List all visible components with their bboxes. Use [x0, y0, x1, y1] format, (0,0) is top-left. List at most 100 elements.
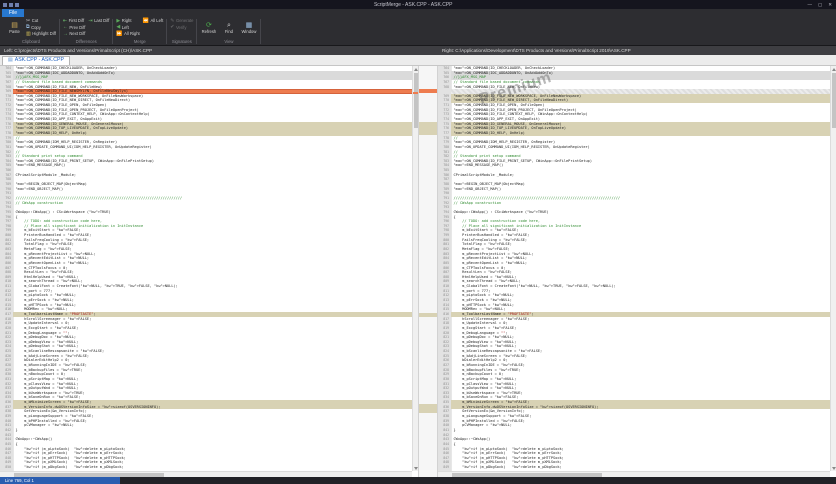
ribbon-group-label: Signatures	[171, 39, 192, 44]
copy-icon: ⧉	[26, 24, 30, 31]
save-icon[interactable]	[9, 2, 13, 7]
status-cursor-position: Line 769, Col 1	[0, 477, 120, 484]
right-code-rows: 764 "mac">ON_COMMAND(ID_CHECKLOADER, OnCh…	[438, 66, 830, 471]
all-left-icon: ⏪	[142, 17, 149, 24]
scroll-thumb[interactable]	[831, 73, 836, 128]
ribbon-group-label: Clipboard	[21, 39, 40, 44]
window-title: ScriptMerge - ASK.CPP - ASK.CPP	[373, 1, 453, 8]
ribbon-button-label: Generate	[175, 18, 194, 24]
statusbar-filler	[120, 477, 836, 484]
right-vertical-scrollbar[interactable]	[830, 66, 836, 471]
ribbon-group-merge: ▶ Right ◀ Left ⏩ All Right ⏪ All Left Merge	[113, 18, 166, 45]
highlight-diff-icon: ▥	[26, 30, 31, 37]
left-icon: ◀	[116, 24, 121, 31]
ribbon-groups: ▤ Paste ✂ Cut ⧉ Copy ▥ Highlight Diff Clipboard ⇤…	[3, 18, 834, 45]
ribbon-button-label: Highlight Diff	[32, 31, 56, 37]
ribbon-button-last-diff[interactable]: ⇥ Last Diff	[88, 18, 109, 25]
quick-access-toolbar	[0, 2, 19, 7]
ribbon-button-label: Left	[121, 24, 129, 30]
ribbon-group-label: Merge	[133, 39, 146, 44]
right-icon: ▶	[116, 17, 121, 24]
ribbon-button-label: Verify	[175, 24, 187, 30]
document-tab-label: ASK.CPP - ASK.CPP	[14, 57, 64, 64]
ribbon-group-signatures: ✎ Generate ✔ Verify Signatures	[167, 18, 196, 45]
ribbon-group-separator	[260, 19, 262, 44]
ribbon-button-label: Right	[121, 18, 132, 24]
ribbon-group-differences: ⇤ First Diff ← Prev Diff → Next Diff ⇥ Last Dif…	[60, 18, 112, 45]
line-number: 850	[5, 465, 11, 470]
code-line[interactable]: 849 "kw">if (m_pDbgSock) "kw">delete m_p…	[438, 465, 830, 470]
right-code-pane: 764 "mac">ON_COMMAND(ID_CHECKLOADER, OnCh…	[438, 66, 836, 477]
file-path-bar: Left: C:\projects\DTS Products and Versi…	[0, 46, 836, 55]
ribbon-button-label: Prev Diff	[69, 24, 86, 30]
left-horizontal-scrollbar[interactable]	[0, 471, 412, 477]
ribbon-button-label: All Left	[150, 18, 164, 24]
window-controls: — ▢ ✕	[807, 2, 836, 8]
right-horizontal-scrollbar[interactable]	[438, 471, 830, 477]
ribbon-button-label: Copy	[31, 24, 41, 30]
merge-app-window: ScriptMerge - ASK.CPP - ASK.CPP — ▢ ✕ Fi…	[0, 0, 836, 484]
scroll-thumb[interactable]	[452, 473, 602, 477]
statusbar: Line 769, Col 1	[0, 477, 836, 484]
code-line[interactable]: 850 "kw">if (m_pDbgSock) "kw">delete m_p…	[0, 465, 412, 470]
ribbon-button-label: All Right	[124, 31, 140, 37]
ribbon-button-cut[interactable]: ✂ Cut	[26, 18, 56, 25]
ribbon-button-next-diff[interactable]: → Next Diff	[63, 31, 85, 38]
ribbon-group-view: ⟳ Refresh ⌕ Find ▦ Window View	[197, 18, 260, 45]
ribbon-button-find[interactable]: ⌕ Find	[220, 18, 237, 38]
ribbon-button-refresh[interactable]: ⟳ Refresh	[200, 18, 217, 38]
ribbon-button-label: Find	[224, 28, 234, 34]
scroll-down-icon[interactable]	[832, 466, 836, 470]
ribbon-button-paste[interactable]: ▤ Paste	[6, 18, 23, 38]
ribbon-button-label: Paste	[9, 28, 20, 34]
prev-diff-icon: ←	[62, 24, 68, 31]
diff-connector	[419, 122, 437, 135]
diff-connector	[419, 404, 437, 413]
ribbon-group-clipboard: ▤ Paste ✂ Cut ⧉ Copy ▥ Highlight Diff Clipboard	[3, 18, 59, 45]
ribbon-button-label: Next Diff	[69, 31, 86, 37]
ribbon: File ▤ Paste ✂ Cut ⧉ Copy ▥ Highlight Diff Clipb…	[0, 9, 836, 46]
code-text: "kw">if (m_pDbgSock) "kw">delete m_pDbgS…	[462, 465, 562, 470]
left-file-path: Left: C:\projects\DTS Products and Versi…	[4, 48, 153, 53]
code-text: "kw">if (m_pDbgSock) "kw">delete m_pDbgS…	[24, 465, 124, 470]
ribbon-button-highlight-diff[interactable]: ▥ Highlight Diff	[26, 31, 56, 38]
ribbon-button-label: Last Diff	[94, 18, 110, 24]
titlebar: ScriptMerge - ASK.CPP - ASK.CPP — ▢ ✕	[0, 0, 836, 9]
ribbon-button-all-left[interactable]: ⏪ All Left	[143, 18, 164, 25]
paste-icon: ▤	[11, 21, 18, 29]
find-icon: ⌕	[226, 21, 231, 29]
ribbon-button-all-right[interactable]: ⏩ All Right	[116, 31, 139, 38]
next-diff-icon: →	[62, 30, 68, 37]
ribbon-button-verify[interactable]: ✔ Verify	[170, 25, 193, 32]
left-code-pane: 764 "mac">ON_COMMAND(ID_CHECKLOADER, OnCh…	[0, 66, 418, 477]
file-tab[interactable]: File	[2, 9, 25, 17]
diff-connector-selected	[419, 89, 437, 93]
ribbon-group-label: View	[224, 39, 234, 44]
line-number: 849	[443, 465, 449, 470]
ribbon-button-label: First Diff	[68, 18, 85, 24]
minimize-button[interactable]: —	[807, 2, 812, 8]
scroll-up-icon[interactable]	[832, 67, 836, 71]
maximize-button[interactable]: ▢	[818, 2, 822, 8]
ribbon-button-label: Window	[241, 28, 257, 34]
ribbon-button-window[interactable]: ▦ Window	[240, 18, 257, 38]
diff-link-strip	[418, 66, 438, 477]
diff-content: 764 "mac">ON_COMMAND(ID_CHECKLOADER, OnCh…	[0, 66, 836, 477]
ribbon-button-label: Refresh	[201, 28, 217, 34]
left-code-rows: 764 "mac">ON_COMMAND(ID_CHECKLOADER, OnCh…	[0, 66, 412, 471]
cut-icon: ✂	[26, 17, 31, 24]
first-diff-icon: ⇤	[62, 17, 68, 24]
scroll-thumb[interactable]	[14, 473, 164, 477]
last-diff-icon: ⇥	[88, 17, 93, 24]
document-icon: ▤	[8, 57, 13, 64]
ribbon-group-label: Differences	[75, 39, 97, 44]
document-tab[interactable]: ▤ ASK.CPP - ASK.CPP	[2, 55, 70, 65]
close-button[interactable]: ✕	[828, 2, 832, 8]
verify-icon: ✔	[170, 24, 175, 31]
generate-icon: ✎	[170, 17, 175, 24]
window-icon: ▦	[245, 21, 253, 29]
app-icon	[3, 2, 7, 7]
right-file-path: Right: C:\Applications\Development\DTS P…	[442, 48, 631, 53]
document-tabstrip: ▤ ASK.CPP - ASK.CPP	[0, 55, 836, 66]
all-right-icon: ⏩	[116, 30, 123, 37]
